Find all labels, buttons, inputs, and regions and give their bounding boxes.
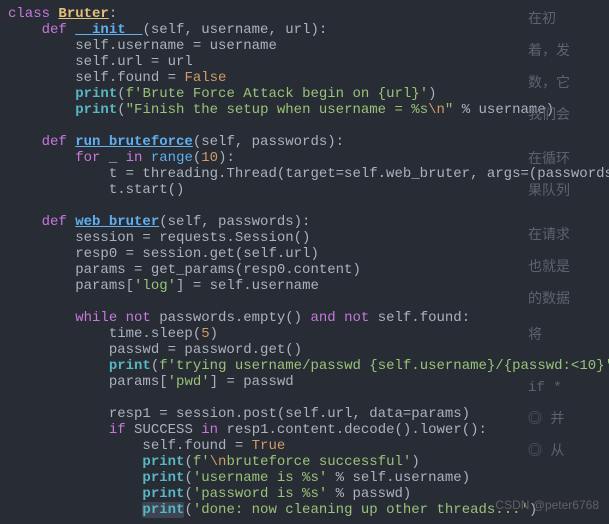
code-line: self.username = username	[8, 38, 277, 54]
keyword-in: in	[201, 422, 226, 438]
call-print: print	[142, 454, 184, 470]
code: time.sleep(	[8, 326, 201, 342]
escape: \n	[210, 454, 227, 470]
params: (self, username, url):	[142, 22, 327, 38]
punct: )	[529, 502, 537, 518]
code-line: self.url = url	[8, 54, 193, 70]
const-false: False	[184, 70, 226, 86]
punct: ):	[218, 150, 235, 166]
fstring-prefix: f	[159, 358, 167, 374]
indent	[8, 502, 142, 518]
string: "Finish the setup when username = %s	[126, 102, 428, 118]
class-name: Bruter	[58, 6, 108, 22]
string: bruteforce successful'	[226, 454, 411, 470]
string: 'trying username/passwd {self.username}/…	[168, 358, 609, 374]
string: 'Brute Force Attack begin on {url}'	[134, 86, 428, 102]
code: % passwd)	[336, 486, 412, 502]
code-editor[interactable]: class Bruter: def __init__(self, usernam…	[0, 0, 609, 524]
string: 'done: now cleaning up other threads...'	[193, 502, 529, 518]
number: 10	[201, 150, 218, 166]
indent	[8, 102, 75, 118]
keyword-def: def	[42, 22, 76, 38]
indent	[8, 358, 109, 374]
params: (self, passwords):	[193, 134, 344, 150]
params: (self, passwords):	[159, 214, 310, 230]
keyword-while-not: while not	[75, 310, 159, 326]
call-print: print	[142, 486, 184, 502]
call-print: print	[75, 102, 117, 118]
punct: (	[184, 470, 192, 486]
code: resp1.content.decode().lower():	[226, 422, 486, 438]
indent	[8, 486, 142, 502]
code-line: self.found =	[8, 70, 184, 86]
indent	[8, 310, 75, 326]
code: SUCCESS	[134, 422, 201, 438]
code: self.found:	[378, 310, 470, 326]
punct: (	[184, 486, 192, 502]
escape: \n	[428, 102, 445, 118]
method-web: web_bruter	[75, 214, 159, 230]
code: self.found =	[8, 438, 252, 454]
indent	[8, 86, 75, 102]
number: 5	[201, 326, 209, 342]
indent	[8, 214, 42, 230]
indent	[8, 422, 109, 438]
keyword-for: for	[75, 150, 109, 166]
punct: (	[117, 102, 125, 118]
var: _	[109, 150, 126, 166]
string: 'username is %s'	[193, 470, 336, 486]
call-print: print	[142, 502, 184, 518]
fstring-prefix: f	[193, 454, 201, 470]
punct: (	[184, 454, 192, 470]
keyword-class: class	[8, 6, 58, 22]
code: passwords.empty()	[159, 310, 310, 326]
punct: (	[117, 86, 125, 102]
call-print: print	[142, 470, 184, 486]
code: ] = self.username	[176, 278, 319, 294]
code: % username)	[453, 102, 554, 118]
code-line: session = requests.Session()	[8, 230, 310, 246]
indent	[8, 454, 142, 470]
code-line: t.start()	[8, 182, 184, 198]
punct: :	[109, 6, 117, 22]
keyword-def: def	[42, 214, 76, 230]
string: '	[201, 454, 209, 470]
punct: (	[151, 358, 159, 374]
punct: )	[411, 454, 419, 470]
punct: )	[428, 86, 436, 102]
call-range: range	[151, 150, 193, 166]
string: 'password is %s'	[193, 486, 336, 502]
call-print: print	[75, 86, 117, 102]
keyword-if: if	[109, 422, 134, 438]
code: params[	[8, 374, 168, 390]
code: ] = passwd	[210, 374, 294, 390]
string: 'log'	[134, 278, 176, 294]
keyword-in: in	[126, 150, 151, 166]
keyword-and-not: and not	[310, 310, 377, 326]
method-init: __init__	[75, 22, 142, 38]
indent	[8, 22, 42, 38]
code-line: t = threading.Thread(target=self.web_bru…	[8, 166, 609, 182]
code-line: resp0 = session.get(self.url)	[8, 246, 319, 262]
punct: (	[184, 502, 192, 518]
const-true: True	[252, 438, 286, 454]
string: 'pwd'	[168, 374, 210, 390]
method-run: run_bruteforce	[75, 134, 193, 150]
code-line: params = get_params(resp0.content)	[8, 262, 361, 278]
code: % self.username)	[336, 470, 470, 486]
indent	[8, 470, 142, 486]
punct: )	[210, 326, 218, 342]
indent	[8, 134, 42, 150]
code: params[	[8, 278, 134, 294]
code-line: resp1 = session.post(self.url, data=para…	[8, 406, 470, 422]
indent	[8, 150, 75, 166]
keyword-def: def	[42, 134, 76, 150]
call-print: print	[109, 358, 151, 374]
code-line: passwd = password.get()	[8, 342, 302, 358]
fstring-prefix: f	[126, 86, 134, 102]
